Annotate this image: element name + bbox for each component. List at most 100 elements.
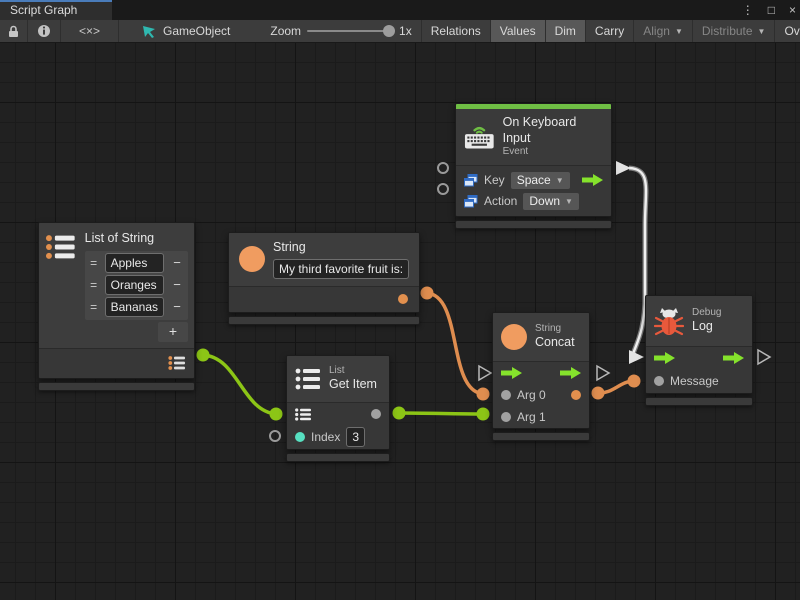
drag-handle[interactable]: = [88, 300, 100, 315]
restore-window-icon[interactable]: □ [768, 3, 775, 17]
list-icon [295, 367, 321, 391]
flow-port-outline-log-out[interactable] [758, 350, 770, 364]
flow-row [493, 362, 589, 384]
node-debug-log[interactable]: Debug Log Message [645, 295, 753, 406]
key-label: Key [484, 173, 505, 187]
string-output-port[interactable] [398, 294, 408, 304]
drag-handle[interactable]: = [88, 278, 100, 293]
wire-port-dot [421, 287, 434, 300]
close-window-icon[interactable]: × [789, 3, 796, 17]
action-row: Action Down ▼ [456, 191, 611, 212]
item-output-port[interactable] [371, 409, 381, 419]
list-input-row [287, 403, 389, 425]
node-footer [38, 382, 195, 391]
wire-string-to-concat[interactable] [427, 293, 483, 394]
more-menu-icon[interactable]: ⋮ [742, 3, 754, 17]
key-value: Space [517, 173, 551, 188]
keyboard-icon [464, 123, 495, 150]
graph-canvas[interactable]: On Keyboard Input Event Key Space ▼ [0, 43, 800, 600]
list-item-field[interactable]: Apples [105, 253, 164, 273]
result-output-port[interactable] [571, 390, 581, 400]
info-button[interactable] [28, 20, 61, 42]
drag-handle[interactable]: = [88, 256, 100, 271]
wire-flow-keyboard-to-log[interactable] [629, 168, 646, 354]
flow-port-outline-concat-out[interactable] [597, 366, 609, 380]
wire-port-dot [270, 408, 283, 421]
flow-output-port[interactable] [723, 352, 744, 364]
wire-concat-to-message[interactable] [598, 381, 634, 393]
action-value: Down [529, 194, 560, 209]
key-dropdown[interactable]: Space ▼ [511, 172, 570, 189]
index-row: Index 3 [287, 425, 389, 449]
tab-script-graph[interactable]: Script Graph [0, 0, 112, 20]
distribute-label: Distribute [702, 24, 753, 38]
wire-port-dot [477, 388, 490, 401]
target-gameobject[interactable]: GameObject [133, 20, 239, 42]
list-output-port[interactable] [168, 355, 186, 371]
add-item-button[interactable]: + [158, 322, 188, 342]
action-dropdown[interactable]: Down ▼ [523, 193, 579, 210]
carry-toggle[interactable]: Carry [586, 20, 634, 42]
node-category: Debug [692, 307, 721, 320]
flow-port-outline-concat-in[interactable] [479, 366, 491, 380]
index-field[interactable]: 3 [346, 427, 365, 447]
port-key-default[interactable] [437, 162, 449, 174]
node-category: List [329, 365, 377, 378]
flow-input-port[interactable] [654, 352, 675, 364]
string-value-field[interactable]: My third favorite fruit is: [273, 259, 409, 279]
flow-output-port[interactable] [582, 174, 603, 186]
node-on-keyboard-input[interactable]: On Keyboard Input Event Key Space ▼ [455, 103, 612, 229]
values-toggle[interactable]: Values [491, 20, 546, 42]
overview-button[interactable]: Overview [775, 20, 800, 42]
relations-toggle[interactable]: Relations [421, 20, 491, 42]
port-index-default[interactable] [269, 430, 281, 442]
wire-port-dot [592, 387, 605, 400]
dim-toggle[interactable]: Dim [546, 20, 586, 42]
flow-input-port[interactable] [501, 367, 522, 379]
lock-icon [8, 25, 19, 38]
window-controls: ⋮ □ × [742, 0, 796, 20]
flow-row [646, 347, 752, 369]
string-type-icon [239, 246, 265, 272]
index-input-port[interactable] [295, 432, 305, 442]
align-label: Align [643, 24, 670, 38]
node-string-literal[interactable]: String My third favorite fruit is: [228, 232, 420, 325]
node-footer [228, 316, 420, 325]
message-label: Message [670, 374, 719, 388]
flow-output-port[interactable] [560, 367, 581, 379]
flow-arrowhead-start [616, 161, 631, 175]
arg0-input-port[interactable] [501, 390, 511, 400]
zoom-slider-handle[interactable] [383, 25, 395, 37]
node-title: Get Item [329, 377, 377, 393]
node-get-item[interactable]: List Get Item Index 3 [286, 355, 390, 462]
align-menu[interactable]: Align ▼ [634, 20, 693, 42]
bug-icon [654, 305, 684, 337]
node-list-of-string[interactable]: List of String = Apples − = Oranges − [38, 222, 195, 391]
graph-pointer-icon [142, 25, 157, 38]
action-label: Action [484, 194, 517, 208]
target-label: GameObject [163, 24, 230, 38]
wire-list-to-getitem[interactable] [203, 355, 276, 414]
arg1-row: Arg 1 [493, 406, 589, 428]
node-concat[interactable]: String Concat Arg 0 [492, 312, 590, 441]
list-item-field[interactable]: Bananas [105, 297, 164, 317]
remove-item-button[interactable]: − [169, 277, 185, 293]
zoom-slider[interactable] [307, 30, 393, 32]
flow-arrowhead-end [629, 350, 644, 364]
arg1-input-port[interactable] [501, 412, 511, 422]
message-input-port[interactable] [654, 376, 664, 386]
lock-button[interactable] [0, 20, 28, 42]
node-title: Log [692, 319, 721, 335]
node-subtitle: Event [503, 146, 603, 159]
remove-item-button[interactable]: − [169, 299, 185, 315]
code-view-button[interactable]: <×> [61, 20, 119, 42]
port-action-default[interactable] [437, 183, 449, 195]
list-item-field[interactable]: Oranges [105, 275, 164, 295]
list-input-port[interactable] [295, 408, 311, 421]
graph-toolbar: <×> GameObject Zoom 1x Relations Values … [0, 20, 800, 43]
wire-getitem-to-concat[interactable] [399, 413, 483, 414]
remove-item-button[interactable]: − [169, 255, 185, 271]
node-title: String [273, 240, 409, 256]
distribute-menu[interactable]: Distribute ▼ [693, 20, 776, 42]
zoom-value: 1x [399, 24, 412, 38]
